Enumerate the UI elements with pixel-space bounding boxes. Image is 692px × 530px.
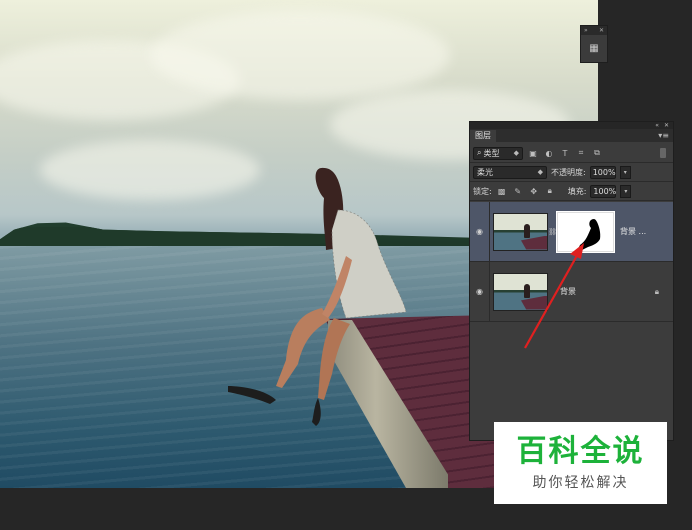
fill-input[interactable]: 100% [590,184,617,198]
sitting-girl [228,167,407,426]
layer-thumbnail[interactable] [493,272,548,311]
mini-panel: » ✕ ▦ [580,25,608,63]
panel-titlebar[interactable]: « ✕ [470,122,673,129]
watermark: 百科全说 助你轻松解决 [494,422,667,504]
lock-all-icon[interactable]: 🔒︎ [544,186,556,196]
lock-transparent-icon[interactable]: ▩ [496,186,508,196]
image-filter-icon[interactable]: ▣ [527,148,539,158]
mini-panel-bar[interactable]: » ✕ [581,26,607,35]
watermark-title: 百科全说 [516,434,645,469]
layer-row[interactable]: ◉ 背景 🔒︎ [470,262,673,322]
filter-toggle[interactable] [660,148,666,158]
blend-mode-value: 柔光 [477,167,493,177]
chain-link-icon[interactable]: ⛓ [548,228,557,236]
shape-filter-icon[interactable]: ⌗ [575,148,587,158]
close-icon[interactable]: ✕ [599,27,604,34]
fill-dropdown-button[interactable]: ▾ [620,184,632,198]
lock-move-icon[interactable]: ✥ [528,186,540,196]
layers-panel-icon[interactable]: ▦ [587,41,601,55]
kind-filter-select[interactable]: ⌕ 类型 ◆ [473,146,523,160]
layer-mask-thumbnail[interactable] [556,210,615,253]
adjustment-filter-icon[interactable]: ◐ [543,148,555,158]
opacity-label: 不透明度: [551,167,586,177]
opacity-dropdown-button[interactable]: ▾ [619,165,631,179]
close-icon[interactable]: ✕ [664,122,669,129]
layers-panel: « ✕ 图层 ▾≡ ⌕ 类型 ◆ ▣ ◐ T ⌗ ⧉ 柔光 ◆ 不透明度: 10… [469,121,674,441]
layer-name[interactable]: 背景 [560,286,576,297]
layer-thumbnail[interactable] [493,212,548,251]
lock-label: 锁定: [473,186,492,196]
eye-icon[interactable]: ◉ [470,227,489,236]
collapse-icon[interactable]: » [584,27,588,34]
cloud [150,10,450,100]
lock-icon: 🔒︎ [654,286,659,296]
eye-icon[interactable]: ◉ [470,287,489,296]
opacity-input[interactable]: 100% [589,165,616,179]
lock-paint-icon[interactable]: ✎ [512,186,524,196]
layer-row[interactable]: ◉ ⛓ 背景 ... [470,202,673,262]
panel-menu-icon[interactable]: ▾≡ [658,131,673,142]
tab-layers[interactable]: 图层 [470,130,496,142]
blend-mode-select[interactable]: 柔光 ◆ [473,165,547,179]
chevron-updown-icon: ◆ [537,168,543,176]
watermark-subtitle: 助你轻松解决 [532,475,629,491]
mask-silhouette [578,218,601,250]
collapse-icon[interactable]: « [655,122,659,129]
chevron-updown-icon: ◆ [513,149,519,157]
layer-name[interactable]: 背景 ... [620,226,646,237]
smart-object-filter-icon[interactable]: ⧉ [591,148,603,158]
type-filter-icon[interactable]: T [559,148,571,158]
kind-filter-value: 类型 [483,148,500,158]
search-icon: ⌕ [477,148,482,157]
fill-label: 填充: [567,186,587,196]
